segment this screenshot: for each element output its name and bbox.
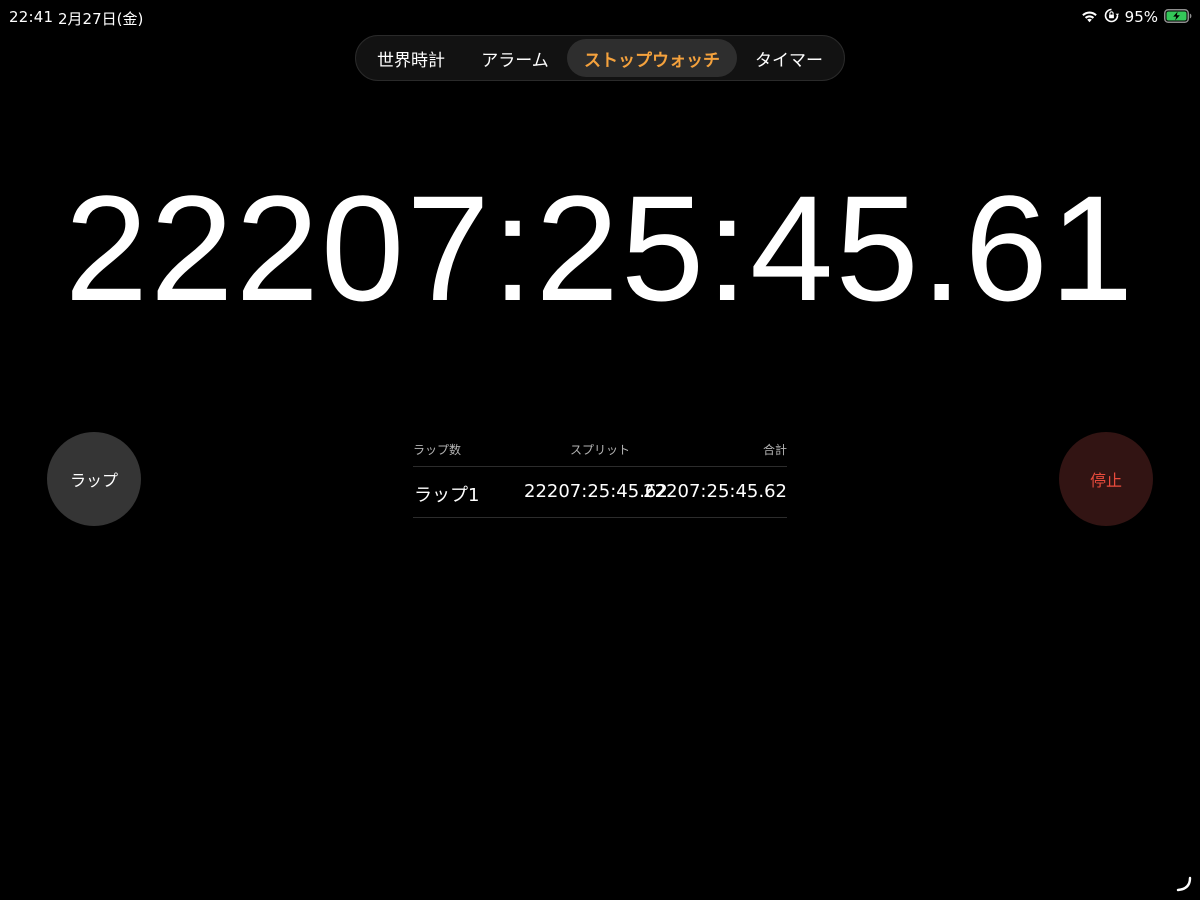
- tab-bar: 世界時計 アラーム ストップウォッチ タイマー: [355, 35, 845, 81]
- stop-button-label: 停止: [1089, 471, 1122, 490]
- laps-table: ラップ数 スプリット 合計 ラップ1 22207:25:45.62 22207:…: [413, 438, 787, 518]
- lap-row: ラップ1 22207:25:45.62 22207:25:45.62: [413, 467, 787, 518]
- status-time: 22:41: [9, 8, 54, 26]
- tab-world-clock[interactable]: 世界時計: [359, 39, 463, 77]
- lap-name: ラップ1: [414, 485, 480, 506]
- lap-total: 22207:25:45.62: [643, 481, 787, 502]
- corner-curve-icon: [1176, 876, 1192, 892]
- orientation-lock-icon: [1104, 8, 1119, 27]
- status-indicators: 95%: [1081, 6, 1192, 28]
- lap-button[interactable]: ラップ: [47, 432, 141, 526]
- stop-button[interactable]: 停止: [1059, 432, 1153, 526]
- tab-timer[interactable]: タイマー: [737, 39, 841, 77]
- tab-stopwatch[interactable]: ストップウォッチ: [567, 39, 737, 77]
- stopwatch-screen: 22:41 2月27日(金) 95% 世界時計 アラーム ストップウォッチ タイ…: [0, 0, 1200, 900]
- stopwatch-display: 22207:25:45.61: [64, 164, 1136, 332]
- battery-charging-icon: [1164, 8, 1192, 27]
- tab-alarm[interactable]: アラーム: [463, 39, 567, 77]
- header-total: 合計: [762, 443, 787, 457]
- laps-header: ラップ数 スプリット 合計: [413, 438, 787, 467]
- lap-button-label: ラップ: [69, 471, 118, 490]
- battery-percent: 95%: [1124, 8, 1158, 26]
- header-lap-count: ラップ数: [413, 443, 462, 457]
- wifi-icon: [1081, 8, 1098, 27]
- header-split: スプリット: [570, 443, 631, 457]
- status-date: 2月27日(金): [58, 10, 144, 28]
